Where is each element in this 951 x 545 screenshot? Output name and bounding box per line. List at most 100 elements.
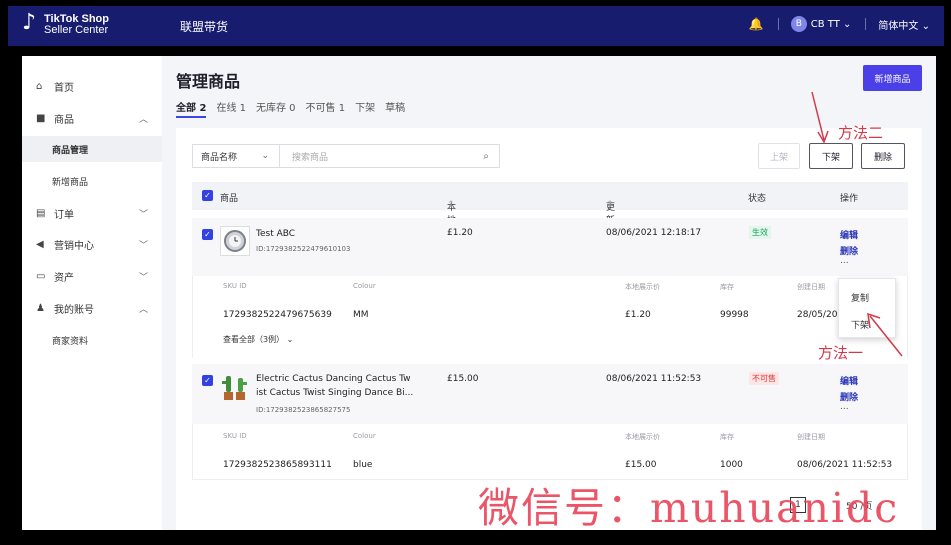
cactus-icon <box>222 376 247 400</box>
product-name[interactable]: Electric Cactus Dancing Cactus Tw ist Ca… <box>256 372 413 400</box>
stock-label: 库存 <box>720 283 734 291</box>
sidebar-item-label: 订单 <box>54 209 74 221</box>
page-title: 管理商品 <box>176 72 241 91</box>
product-thumbnail <box>220 372 250 402</box>
divider <box>777 18 779 30</box>
table-header: ✓ 商品 本地展示价 ⇕ 更新时间 ⇕ 状态 操作 <box>192 182 908 265</box>
sku-row: SKU ID Colour 本地展示价 库存 创建日期 172938252386… <box>192 424 908 480</box>
view-all-skus-link[interactable]: 查看全部（3例） ⌄ <box>223 334 293 345</box>
sort-icon: ⇕ <box>606 200 614 210</box>
row-checkbox[interactable]: ✓ <box>202 229 213 240</box>
search-input[interactable]: 搜索商品 ⌕ <box>280 144 500 168</box>
colour-label: Colour <box>353 432 376 440</box>
annotation-arrow-icon <box>811 91 829 144</box>
menu-item-copy[interactable]: 复制 <box>851 291 869 304</box>
tab-delisted[interactable]: 下架 <box>355 99 375 118</box>
card-icon: ▭ <box>36 270 46 282</box>
product-id: ID:1729382522479610103 <box>256 245 351 253</box>
more-actions-icon[interactable]: ... <box>840 256 849 266</box>
select-all-checkbox[interactable]: ✓ <box>202 190 213 201</box>
status-tabs: 全部 2 在线 1 无库存 0 不可售 1 下架 草稿 <box>176 99 415 118</box>
product-list-card: 商品名称 ⌄ 搜索商品 ⌕ 上架 下架 删除 ✓ 商品 本地展示价 ⇕ 更新时间… <box>176 128 922 530</box>
avatar[interactable]: B <box>790 16 807 32</box>
watermark-text: 微信号：muhuanidc <box>478 484 900 532</box>
sku-colour: MM <box>353 310 369 320</box>
edit-link[interactable]: 编辑 <box>840 374 858 387</box>
sidebar-item-marketing[interactable]: ◀ 营销中心 ﹀ <box>22 231 162 257</box>
sku-id-label: SKU ID <box>223 282 247 290</box>
more-actions-icon[interactable]: ... <box>840 402 849 412</box>
tab-online[interactable]: 在线 1 <box>216 99 246 118</box>
bell-icon[interactable]: 🔔 <box>749 17 764 31</box>
search-icon[interactable]: ⌕ <box>483 151 489 162</box>
product-price: £15.00 <box>447 374 479 384</box>
chevron-down-icon: ⌄ <box>843 18 852 30</box>
sidebar-item-assets[interactable]: ▭ 资产 ﹀ <box>22 263 162 289</box>
status-badge: 不可售 <box>749 372 779 385</box>
sidebar-item-merchant-info[interactable]: 商家资料 <box>22 327 162 353</box>
language-label: 简体中文 <box>878 20 919 32</box>
tab-draft[interactable]: 草稿 <box>385 99 405 118</box>
list-button[interactable]: 上架 <box>758 143 800 169</box>
user-menu[interactable]: CB TT ⌄ <box>811 19 852 30</box>
sku-price-label: 本地展示价 <box>625 433 660 441</box>
tiktok-logo-icon <box>22 10 40 36</box>
annotation-method-2: 方法二 <box>838 124 884 142</box>
header-product: 商品 <box>220 194 239 204</box>
language-switch[interactable]: 简体中文 ⌄ <box>878 17 930 32</box>
top-navbar: TikTok Shop Seller Center 联盟带货 🔔 B CB TT… <box>8 6 944 46</box>
tab-unavailable[interactable]: 不可售 1 <box>306 99 346 118</box>
product-name[interactable]: Test ABC <box>256 227 295 241</box>
header-actions: 操作 <box>840 194 859 204</box>
sidebar-item-label: 商品管理 <box>52 145 89 156</box>
header-status: 状态 <box>748 194 767 204</box>
row-checkbox[interactable]: ✓ <box>202 375 213 386</box>
stock-label: 库存 <box>720 433 734 441</box>
sidebar-item-label: 商家资料 <box>52 336 89 347</box>
chevron-up-icon: ︿ <box>138 304 148 315</box>
sku-id-label: SKU ID <box>223 432 247 440</box>
sku-price-label: 本地展示价 <box>625 283 660 291</box>
sku-id: 1729382522479675639 <box>223 310 332 320</box>
filter-field-select[interactable]: 商品名称 ⌄ <box>192 144 280 168</box>
megaphone-icon: ◀ <box>36 238 44 250</box>
sidebar-item-orders[interactable]: ▤ 订单 ﹀ <box>22 200 162 226</box>
sku-stock: 99998 <box>720 310 749 320</box>
clock-icon <box>224 230 246 252</box>
nav-title-affiliate[interactable]: 联盟带货 <box>180 18 228 35</box>
sidebar-item-label: 我的账号 <box>54 304 94 316</box>
product-updated: 08/06/2021 12:18:17 <box>606 228 702 238</box>
user-icon: ♟ <box>36 302 45 314</box>
product-id: ID:1729382523865827575 <box>256 406 351 414</box>
chevron-down-icon: ⌄ <box>286 335 294 344</box>
chevron-down-icon: ⌄ <box>261 151 269 161</box>
search-placeholder: 搜索商品 <box>292 152 329 163</box>
delete-button[interactable]: 删除 <box>861 143 905 169</box>
product-thumbnail <box>220 226 250 256</box>
table-row: ✓ Electric Cactus Dancing Cactus Tw ist … <box>192 364 908 424</box>
sidebar-item-add-product[interactable]: 新增商品 <box>22 168 162 194</box>
tiktok-shop-logo[interactable]: TikTok Shop Seller Center <box>22 10 109 36</box>
add-product-button[interactable]: 新增商品 <box>863 65 922 91</box>
sku-created: 08/06/2021 11:52:53 <box>797 460 893 470</box>
sidebar-item-label: 资产 <box>54 272 74 284</box>
annotation-arrow-icon <box>867 312 903 357</box>
edit-link[interactable]: 编辑 <box>840 228 858 241</box>
sidebar-item-my-account[interactable]: ♟ 我的账号 ︿ <box>22 295 162 321</box>
home-icon: ⌂ <box>36 80 43 92</box>
sku-colour: blue <box>353 460 373 470</box>
sidebar-item-label: 新增商品 <box>52 177 89 188</box>
sidebar-item-product-management[interactable]: 商品管理 <box>22 136 162 162</box>
tab-all[interactable]: 全部 2 <box>176 99 207 118</box>
sort-icon: ⇕ <box>447 200 455 210</box>
product-name-line1: Electric Cactus Dancing Cactus Tw <box>256 374 411 384</box>
tab-out-of-stock[interactable]: 无库存 0 <box>256 99 296 118</box>
filter-field-value: 商品名称 <box>201 152 238 163</box>
sku-created: 28/05/20 <box>797 310 838 320</box>
sidebar-item-home[interactable]: ⌂ 首页 <box>22 73 162 99</box>
sidebar-item-products[interactable]: ■ 商品 ︿ <box>22 105 162 131</box>
logo-line2: Seller Center <box>44 24 109 36</box>
chevron-down-icon: ﹀ <box>138 209 148 220</box>
order-icon: ▤ <box>36 207 46 219</box>
screenshot-frame: TikTok Shop Seller Center 联盟带货 🔔 B CB TT… <box>0 0 951 545</box>
